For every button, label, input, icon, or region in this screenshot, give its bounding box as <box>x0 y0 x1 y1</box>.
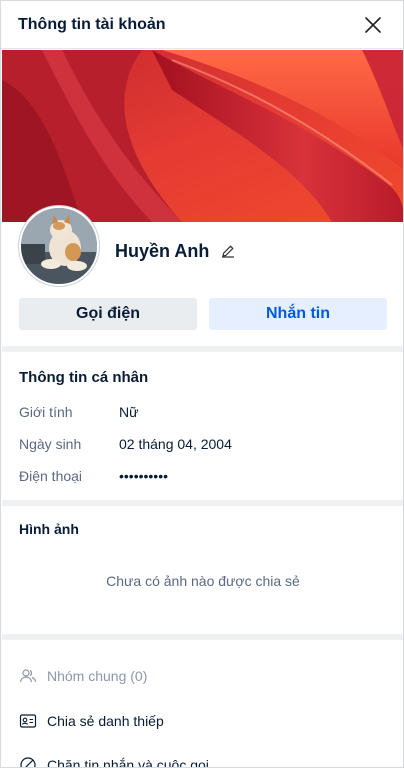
account-info-panel: Thông tin tài khoản Huyền Anh Gọi điện N… <box>0 0 404 768</box>
close-icon <box>365 16 381 33</box>
menu-item-label: Nhóm chung (0) <box>47 668 148 684</box>
panel-header: Thông tin tài khoản <box>1 1 403 49</box>
info-value: •••••••••• <box>119 468 169 484</box>
info-label: Điện thoại <box>19 468 83 484</box>
close-button[interactable] <box>359 11 387 39</box>
group-icon <box>19 667 37 685</box>
menu-item-label: Chặn tin nhắn và cuộc gọi <box>47 757 209 768</box>
profile-name: Huyền Anh <box>115 240 210 261</box>
panel-title: Thông tin tài khoản <box>18 15 166 33</box>
section-divider <box>2 500 403 506</box>
photos-empty-text: Chưa có ảnh nào được chia sẻ <box>106 573 300 589</box>
menu-item-label: Chia sẻ danh thiếp <box>47 713 164 729</box>
info-label: Giới tính <box>19 404 73 420</box>
message-button[interactable]: Nhắn tin <box>209 298 387 330</box>
section-divider <box>2 634 403 640</box>
info-value: 02 tháng 04, 2004 <box>119 436 232 452</box>
edit-name-button[interactable] <box>219 242 237 260</box>
info-label: Ngày sinh <box>19 436 82 452</box>
personal-info-title: Thông tin cá nhân <box>19 369 149 386</box>
block-icon <box>19 756 37 767</box>
avatar[interactable] <box>19 206 99 286</box>
pencil-icon <box>222 245 235 258</box>
section-divider <box>2 346 403 352</box>
menu-item-share-contact[interactable]: Chia sẻ danh thiếp <box>19 709 164 733</box>
cover-photo[interactable] <box>2 50 403 222</box>
info-row-gender: Giới tính Nữ <box>19 402 138 422</box>
menu-item-common-groups[interactable]: Nhóm chung (0) <box>19 664 147 688</box>
photos-title: Hình ảnh <box>19 521 79 537</box>
info-row-phone: Điện thoại •••••••••• <box>19 466 168 486</box>
profile-name-row: Huyền Anh <box>115 237 237 265</box>
info-row-birthday: Ngày sinh 02 tháng 04, 2004 <box>19 434 232 454</box>
call-button[interactable]: Gọi điện <box>19 298 197 330</box>
contact-card-icon <box>19 712 37 730</box>
info-value: Nữ <box>119 404 139 420</box>
menu-item-block[interactable]: Chặn tin nhắn và cuộc gọi <box>19 753 209 768</box>
